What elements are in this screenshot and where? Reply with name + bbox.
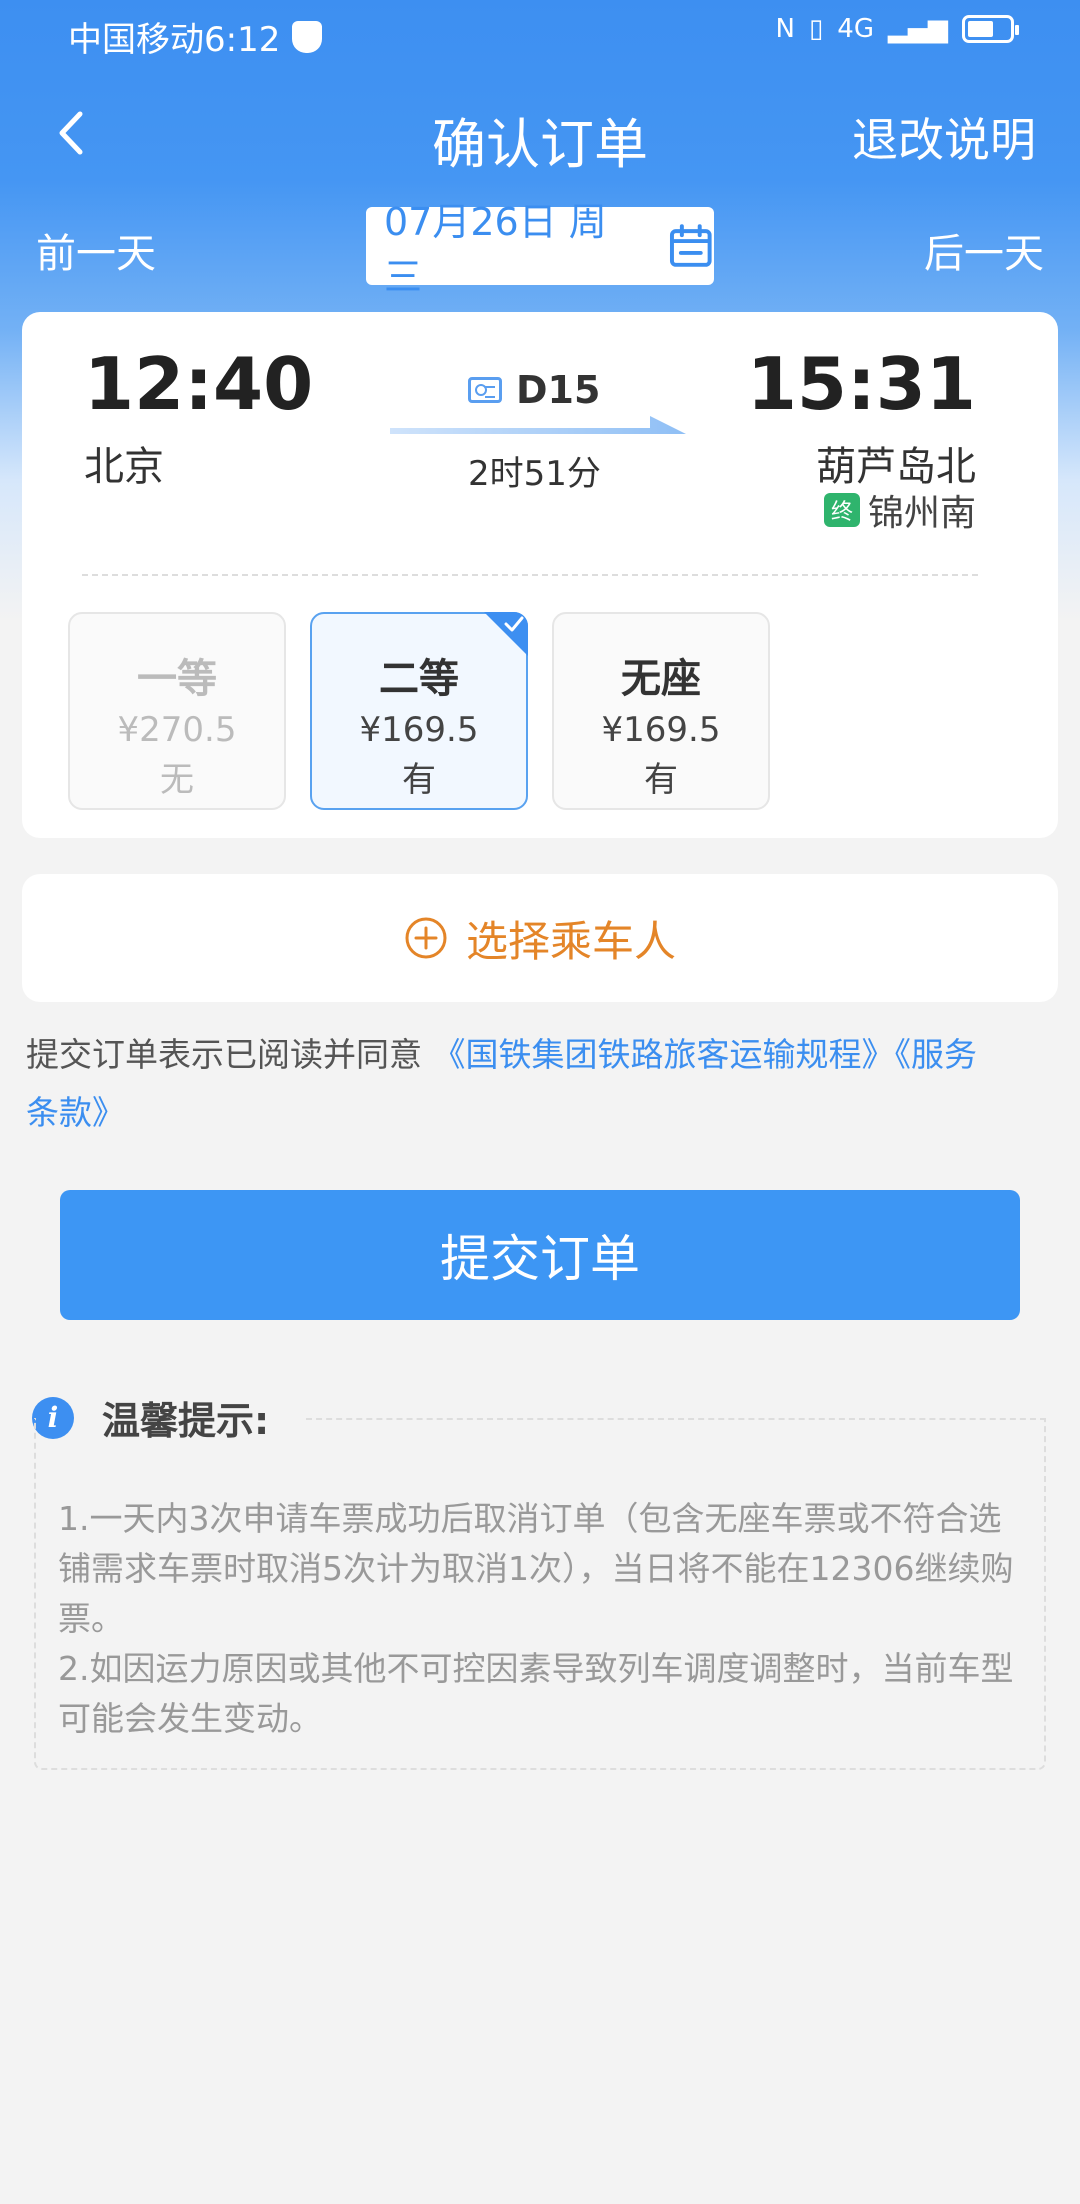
depart-time: 12:40 [84, 342, 314, 426]
seat-price: ¥169.5 [601, 710, 721, 750]
seat-name: 一等 [137, 656, 217, 702]
id-card-icon [468, 377, 502, 403]
seat-availability: 无 [160, 760, 194, 800]
seat-first-class[interactable]: 一等 ¥270.5 无 [68, 612, 286, 810]
add-circle-icon [405, 917, 447, 959]
direction-arrow-icon [390, 416, 686, 434]
status-bar: 中国移动6:12 N ▯ 4G ▂▄▆ [0, 0, 1080, 70]
shield-icon [292, 20, 323, 53]
submit-order-button[interactable]: 提交订单 [60, 1190, 1020, 1320]
tip-1: 1.一天内3次申请车票成功后取消订单（包含无座车票或不符合选铺需求车票时取消5次… [58, 1499, 1014, 1638]
next-day-button[interactable]: 后一天 [924, 221, 1044, 279]
date-bar: 前一天 07月26日 周三 后一天 [0, 200, 1080, 299]
terminal-info: 终 锦州南 [823, 484, 976, 536]
rules-link[interactable]: 《国铁集团铁路旅客运输规程》 [433, 1035, 895, 1074]
agreement-text: 提交订单表示已阅读并同意 《国铁集团铁路旅客运输规程》《服务条款》 [26, 1026, 1056, 1142]
network-label: 4G [837, 14, 874, 44]
top-nav: 确认订单 退改说明 [0, 90, 1080, 180]
date-picker[interactable]: 07月26日 周三 [366, 200, 714, 299]
divider [82, 574, 978, 576]
depart-station: 北京 [84, 444, 164, 490]
date-label: 07月26日 周三 [384, 200, 607, 299]
service-terms-link-part2[interactable]: 条款》 [26, 1093, 125, 1132]
refund-rules-link[interactable]: 退改说明 [852, 104, 1036, 170]
selected-check-icon [484, 612, 528, 656]
terminal-badge: 终 [823, 493, 860, 527]
select-passenger-button[interactable]: 选择乘车人 [22, 874, 1058, 1002]
seat-price: ¥270.5 [117, 710, 237, 750]
seat-price: ¥169.5 [359, 710, 479, 750]
duration: 2时51分 [468, 454, 601, 494]
terminal-station: 锦州南 [867, 493, 976, 534]
vibrate-icon: ▯ [808, 14, 824, 44]
seat-second-class[interactable]: 二等 ¥169.5 有 [310, 612, 528, 810]
train-card: 12:40 北京 D15 2时51分 15:31 葫芦岛北 终 锦州南 一等 ¥… [22, 312, 1058, 838]
agreement-prefix: 提交订单表示已阅读并同意 [26, 1035, 433, 1074]
service-terms-link-part1[interactable]: 《服务 [895, 1035, 978, 1074]
arrive-time: 15:31 [746, 342, 976, 426]
calendar-icon [670, 224, 713, 267]
train-number-label: D15 [516, 368, 601, 412]
signal-icon: ▂▄▆ [888, 14, 948, 44]
battery-icon [962, 15, 1019, 43]
tip-2: 2.如因运力原因或其他不可控因素导致列车调度调整时，当前车型可能会发生变动。 [58, 1649, 1014, 1738]
train-number[interactable]: D15 [468, 368, 600, 412]
nfc-icon: N [775, 14, 795, 44]
select-passenger-label: 选择乘车人 [465, 916, 676, 966]
seat-availability: 有 [644, 760, 678, 800]
carrier-time: 中国移动6:12 [68, 20, 281, 60]
seat-availability: 有 [402, 760, 436, 800]
prev-day-button[interactable]: 前一天 [36, 221, 156, 279]
seat-name: 无座 [621, 656, 701, 702]
tips-box: 1.一天内3次申请车票成功后取消订单（包含无座车票或不符合选铺需求车票时取消5次… [34, 1418, 1046, 1770]
seat-no-seat[interactable]: 无座 ¥169.5 有 [552, 612, 770, 810]
